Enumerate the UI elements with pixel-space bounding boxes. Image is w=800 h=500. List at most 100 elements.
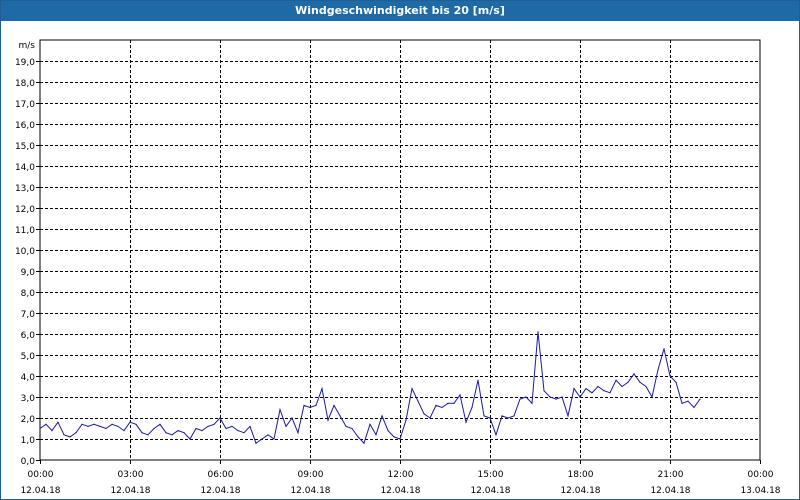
wind-speed-point bbox=[255, 442, 257, 444]
wind-speed-point bbox=[219, 417, 221, 419]
wind-speed-point bbox=[621, 385, 623, 388]
wind-speed-point bbox=[225, 427, 227, 430]
y-tick-label: 2,0 bbox=[21, 415, 36, 425]
wind-speed-point bbox=[75, 432, 77, 434]
wind-speed-point bbox=[45, 423, 47, 425]
wind-speed-point bbox=[153, 427, 155, 430]
x-tick-date-label: 12.04.18 bbox=[290, 486, 330, 496]
y-tick-label: 10,0 bbox=[15, 247, 35, 257]
wind-speed-point bbox=[165, 432, 167, 434]
wind-speed-point bbox=[615, 379, 617, 381]
wind-speed-point bbox=[51, 430, 53, 432]
wind-speed-point bbox=[477, 379, 479, 381]
wind-speed-point bbox=[519, 398, 521, 400]
wind-speed-point bbox=[405, 419, 407, 421]
y-tick-label: 3,0 bbox=[21, 394, 36, 404]
wind-speed-point bbox=[657, 369, 659, 371]
wind-speed-point bbox=[669, 375, 671, 377]
y-tick-label: 12,0 bbox=[15, 205, 35, 215]
y-axis-unit-label: m/s bbox=[19, 41, 36, 51]
wind-speed-point bbox=[291, 417, 293, 419]
wind-speed-point bbox=[267, 434, 269, 436]
wind-speed-point bbox=[381, 415, 383, 417]
wind-speed-point bbox=[207, 425, 209, 427]
wind-speed-point bbox=[129, 421, 131, 423]
wind-speed-point bbox=[171, 434, 173, 436]
wind-speed-point bbox=[693, 406, 695, 409]
wind-speed-point bbox=[627, 381, 629, 383]
y-tick-label: 4,0 bbox=[21, 373, 36, 383]
wind-speed-point bbox=[243, 432, 245, 434]
wind-speed-point bbox=[465, 421, 467, 423]
y-tick-label: 16,0 bbox=[15, 121, 35, 131]
wind-speed-point bbox=[63, 434, 65, 436]
wind-speed-point bbox=[411, 388, 413, 390]
wind-speed-point bbox=[585, 388, 587, 390]
y-tick-label: 9,0 bbox=[21, 268, 36, 278]
wind-speed-chart: 0,0 1,0 2,0 3,0 4,0 5,0 6,0 7,0 8,0 9,0 10,0 11,0 12… bbox=[15, 39, 781, 496]
wind-speed-point bbox=[189, 438, 191, 440]
wind-speed-point bbox=[309, 406, 311, 409]
wind-speed-point bbox=[513, 415, 515, 417]
wind-speed-point bbox=[633, 373, 635, 375]
wind-speed-point bbox=[501, 415, 503, 417]
wind-speed-point bbox=[99, 425, 101, 427]
x-tick-date-label: 12.04.18 bbox=[470, 486, 510, 496]
wind-speed-point bbox=[579, 396, 581, 398]
wind-speed-point bbox=[39, 427, 41, 430]
wind-speed-point bbox=[453, 402, 455, 404]
wind-speed-point bbox=[249, 425, 251, 427]
wind-speed-point bbox=[651, 396, 653, 398]
wind-speed-point bbox=[537, 331, 539, 333]
wind-speed-point bbox=[393, 436, 395, 438]
wind-speed-point bbox=[147, 434, 149, 436]
wind-speed-point bbox=[159, 423, 161, 425]
x-tick-date-label: 12.04.18 bbox=[110, 486, 150, 496]
wind-speed-point bbox=[531, 402, 533, 404]
wind-speed-point bbox=[603, 390, 605, 392]
wind-speed-point bbox=[645, 385, 647, 388]
y-tick-label: 11,0 bbox=[15, 226, 35, 236]
wind-speed-point bbox=[459, 394, 461, 396]
wind-speed-point bbox=[315, 404, 317, 406]
wind-speed-point bbox=[231, 425, 233, 427]
wind-speed-point bbox=[69, 436, 71, 438]
wind-speed-point bbox=[201, 430, 203, 432]
x-tick-time-label: 03:00 bbox=[118, 470, 144, 480]
wind-speed-point bbox=[573, 388, 575, 390]
x-tick-time-label: 06:00 bbox=[208, 470, 234, 480]
wind-speed-point bbox=[429, 417, 431, 419]
wind-speed-point bbox=[345, 425, 347, 427]
x-tick-date-label: 13.04.18 bbox=[740, 486, 780, 496]
y-tick-label: 8,0 bbox=[21, 289, 36, 299]
wind-speed-point bbox=[327, 419, 329, 421]
y-tick-label: 0,0 bbox=[21, 457, 36, 467]
x-tick-time-label: 09:00 bbox=[298, 470, 324, 480]
wind-speed-point bbox=[417, 400, 419, 402]
wind-speed-point bbox=[195, 427, 197, 430]
wind-speed-point bbox=[525, 396, 527, 398]
wind-speed-point bbox=[609, 392, 611, 394]
wind-speed-point bbox=[507, 417, 509, 419]
wind-speed-point bbox=[135, 423, 137, 425]
wind-speed-point bbox=[87, 425, 89, 427]
wind-speed-point bbox=[321, 388, 323, 390]
wind-speed-point bbox=[639, 381, 641, 383]
y-tick-label: 7,0 bbox=[21, 310, 36, 320]
wind-speed-point bbox=[111, 423, 113, 425]
y-tick-label: 14,0 bbox=[15, 163, 35, 173]
x-tick-time-label: 12:00 bbox=[388, 470, 414, 480]
wind-speed-point bbox=[483, 415, 485, 417]
wind-speed-point bbox=[93, 423, 95, 425]
wind-speed-point bbox=[339, 415, 341, 417]
x-tick-time-label: 21:00 bbox=[658, 470, 684, 480]
wind-speed-point bbox=[363, 442, 365, 444]
y-tick-label: 18,0 bbox=[15, 79, 35, 89]
wind-speed-point bbox=[57, 421, 59, 423]
x-tick-time-label: 00:00 bbox=[28, 470, 54, 480]
wind-speed-point bbox=[489, 417, 491, 419]
x-tick-date-label: 12.04.18 bbox=[380, 486, 420, 496]
x-tick-time-label: 18:00 bbox=[568, 470, 594, 480]
wind-speed-point bbox=[471, 406, 473, 409]
wind-speed-point bbox=[561, 396, 563, 398]
